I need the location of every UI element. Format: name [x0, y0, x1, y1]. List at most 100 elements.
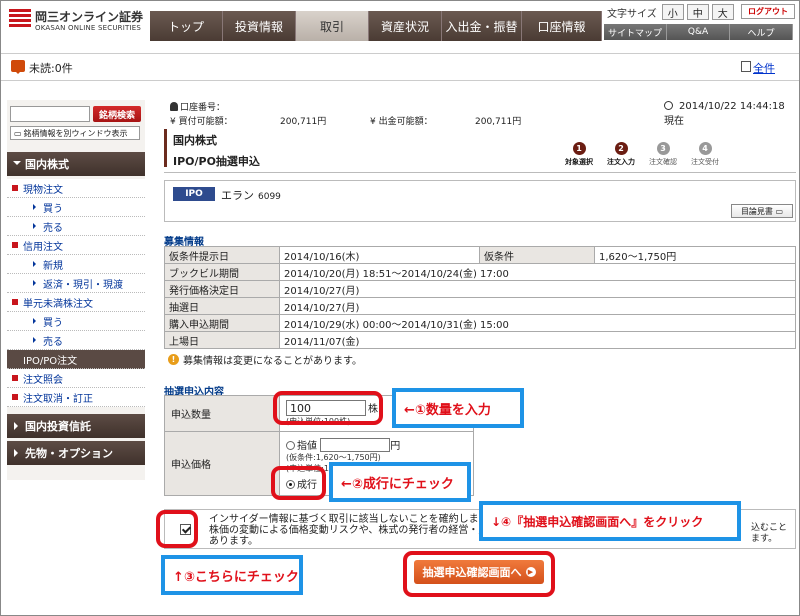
table-cell: 2014/10/27(月)	[279, 280, 796, 298]
prospectus-label: 目論見書	[740, 206, 773, 216]
arrow-icon	[33, 318, 36, 324]
nav-investment-info[interactable]: 投資情報	[223, 11, 296, 41]
logo-text-en: OKASAN ONLINE SECURITIES	[35, 24, 141, 32]
step-indicator: 1 対象選択 2 注文入力 3 注文確認 4 注文受付	[560, 142, 724, 167]
nav-trade[interactable]: 取引	[296, 11, 369, 41]
sidebar-item-order-cancel[interactable]: 注文取消・訂正	[7, 388, 145, 407]
agreement-tail: 込むこと ます。	[751, 523, 787, 545]
sidebar-item-buy2[interactable]: 買う	[7, 312, 145, 331]
sidebar-item-label: 信用注文	[23, 241, 63, 253]
withdraw-label: ¥ 出金可能額：	[370, 117, 433, 127]
account-number-label: 口座番号：	[180, 103, 226, 113]
table-row: 発行価格決定日 2014/10/27(月)	[164, 280, 796, 298]
annotation-4: ↓④『抽選申込確認画面へ』をクリック	[479, 501, 741, 541]
unread-count[interactable]: 未読:0件	[29, 60, 73, 76]
sidebar-item-label: 買う	[43, 317, 63, 329]
buying-power-value: 200,711円	[280, 117, 327, 127]
table-cell: 2014/10/27(月)	[279, 297, 796, 315]
stock-search-input[interactable]	[10, 106, 90, 122]
ipo-stock-box: IPO エラン 6099 目論見書 ▭	[164, 180, 796, 222]
text-size-medium-button[interactable]: 中	[686, 4, 709, 20]
sidebar-item-shinki[interactable]: 新規	[7, 255, 145, 274]
step-3: 3 注文確認	[644, 142, 682, 167]
search-window-label: 銘柄情報を別ウィンドウ表示	[23, 128, 128, 138]
table-cell: 購入申込期間	[164, 314, 280, 332]
logo-text-jp: 岡三オンライン証券	[35, 10, 144, 24]
ipo-badge: IPO	[173, 187, 215, 201]
sidebar-item-sell[interactable]: 売る	[7, 217, 145, 236]
price-label: 申込価格	[164, 431, 280, 496]
window-icon: ▭	[14, 128, 22, 138]
table-row: ブックビル期間 2014/10/20(月) 18:51～2014/10/24(金…	[164, 263, 796, 281]
offering-note: ! 募集情報は変更になることがあります。	[168, 352, 362, 367]
logo[interactable]: 岡三オンライン証券 OKASAN ONLINE SECURITIES	[9, 7, 149, 37]
subnav-qa[interactable]: Q&A	[667, 24, 730, 40]
sidebar-item-label: 売る	[43, 336, 63, 348]
notice-bar: 未読:0件 全件	[1, 53, 799, 81]
bullet-icon	[12, 299, 18, 305]
note-text: 募集情報は変更になることがあります。	[183, 356, 362, 367]
prospectus-button[interactable]: 目論見書 ▭	[731, 204, 793, 218]
list-icon	[741, 61, 751, 72]
limit-price-input[interactable]	[320, 437, 391, 452]
sidebar-section-domestic-stock[interactable]: 国内株式	[7, 152, 145, 176]
collapsed-triangle-icon	[14, 422, 18, 430]
subnav-help[interactable]: ヘルプ	[730, 24, 793, 40]
step-label: 注文確認	[649, 158, 677, 166]
annotation-3: ↑③こちらにチェック	[161, 555, 303, 595]
all-notices-link[interactable]: 全件	[753, 60, 775, 76]
table-cell: 仮条件提示日	[164, 246, 280, 264]
table-row: 購入申込期間 2014/10/29(水) 00:00～2014/10/31(金)…	[164, 314, 796, 332]
search-window-button[interactable]: ▭ 銘柄情報を別ウィンドウ表示	[10, 126, 140, 140]
step-number: 1	[572, 142, 586, 155]
table-cell: 仮条件	[479, 246, 595, 264]
arrow-icon	[33, 261, 36, 267]
text-size-small-button[interactable]: 小	[661, 4, 684, 20]
bullet-icon	[12, 394, 18, 400]
warning-icon: !	[168, 354, 179, 365]
page-title: 国内株式 IPO/PO抽選申込	[164, 129, 564, 168]
sidebar-item-tangen[interactable]: 単元未満株注文	[7, 293, 145, 312]
nav-assets[interactable]: 資産状況	[369, 11, 442, 41]
sidebar-item-shinyo[interactable]: 信用注文	[7, 236, 145, 255]
limit-unit: 円	[390, 440, 401, 452]
table-cell: 2014/10/29(水) 00:00～2014/10/31(金) 15:00	[279, 314, 796, 332]
sidebar-item-order-inquiry[interactable]: 注文照会	[7, 369, 145, 388]
logout-button[interactable]: ログアウト	[741, 4, 795, 19]
sidebar-section-investment-trust[interactable]: 国内投資信託	[7, 414, 145, 438]
sidebar-item-genbutsu[interactable]: 現物注文	[7, 179, 145, 198]
table-cell: 抽選日	[164, 297, 280, 315]
sub-nav: サイトマップ Q&A ヘルプ	[604, 24, 793, 40]
user-icon	[170, 102, 178, 111]
subnav-sitemap[interactable]: サイトマップ	[604, 24, 667, 40]
sidebar-item-ipo[interactable]: IPO/PO注文	[7, 350, 145, 369]
sidebar-item-sell2[interactable]: 売る	[7, 331, 145, 350]
sidebar-item-hensai[interactable]: 返済・現引・現渡	[7, 274, 145, 293]
highlight-market-order	[271, 466, 326, 500]
limit-label: 指値	[297, 440, 317, 452]
step-4: 4 注文受付	[686, 142, 724, 167]
text-size-large-button[interactable]: 大	[711, 4, 734, 20]
sidebar-item-buy[interactable]: 買う	[7, 198, 145, 217]
sidebar-item-label: 注文照会	[23, 374, 63, 386]
header: 岡三オンライン証券 OKASAN ONLINE SECURITIES トップ 投…	[1, 1, 799, 45]
agreement-line: 込むこと	[751, 523, 788, 533]
message-icon	[11, 60, 25, 74]
nav-top[interactable]: トップ	[150, 11, 223, 41]
datetime: 2014/10/22 14:44:18 現在	[664, 101, 796, 127]
sidebar-section-label: 先物・オプション	[25, 447, 113, 460]
sidebar-item-label: 買う	[43, 203, 63, 215]
limit-note-1: (仮条件:1,620～1,750円)	[286, 452, 381, 462]
table-cell: ブックビル期間	[164, 263, 280, 281]
highlight-quantity	[273, 391, 383, 425]
sidebar-item-label: 現物注文	[23, 184, 63, 196]
bullet-icon	[12, 242, 18, 248]
step-label: 対象選択	[565, 158, 593, 166]
stock-search-button[interactable]: 銘柄検索	[93, 106, 141, 122]
sidebar-section-futures-options[interactable]: 先物・オプション	[7, 441, 145, 465]
nav-deposit-transfer[interactable]: 入出金・振替	[442, 11, 522, 41]
nav-account-info[interactable]: 口座情報	[522, 11, 602, 41]
limit-radio[interactable]	[286, 440, 295, 450]
buying-power-label: ¥ 買付可能額：	[170, 117, 233, 127]
sidebar-item-label: 売る	[43, 222, 63, 234]
